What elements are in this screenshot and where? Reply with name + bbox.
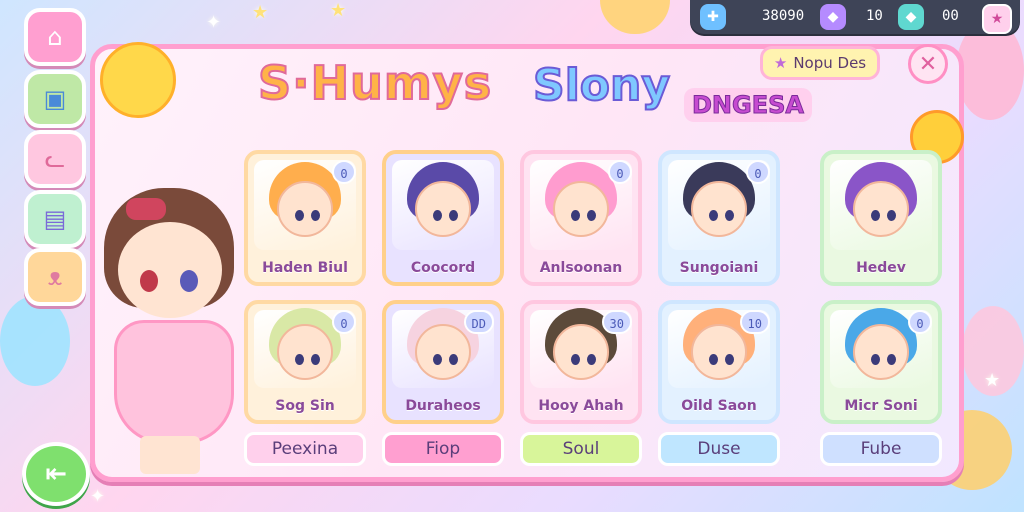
character-face <box>853 324 909 381</box>
card-action-button[interactable]: Soul <box>520 432 642 466</box>
character-eye <box>725 353 735 365</box>
star-decoration: ✦ <box>90 486 106 507</box>
balloon-decoration <box>600 0 670 34</box>
character-dress <box>114 320 234 444</box>
character-face <box>691 180 747 237</box>
diamond-icon: ◆ <box>898 4 924 30</box>
character-face <box>277 180 333 237</box>
card-action-button[interactable]: Peexina <box>244 432 366 466</box>
game-title-part1: S·Humys <box>257 55 493 111</box>
exit-icon: ⇤ <box>45 459 67 489</box>
character-portrait <box>830 160 932 250</box>
card-badge: 0 <box>908 310 932 334</box>
character-card[interactable]: 0 Anlsoonan <box>520 150 642 286</box>
character-eye <box>887 353 897 365</box>
character-card[interactable]: 0 Sungoiani <box>658 150 780 286</box>
character-name: Micr Soni <box>844 398 918 414</box>
game-title-part2: Slony <box>532 59 671 112</box>
balloon-decoration <box>0 296 70 386</box>
close-icon: ✕ <box>918 51 938 77</box>
card-badge: 30 <box>601 310 632 334</box>
character-card[interactable]: 0 Haden Biul <box>244 150 366 286</box>
cat-button[interactable]: ᓚ <box>24 130 86 188</box>
cat-icon: ᓚ <box>44 145 66 173</box>
card-badge: 0 <box>746 160 770 184</box>
character-name: Oild Saon <box>681 398 757 414</box>
character-card[interactable]: DD Duraheos <box>382 300 504 424</box>
character-eye-left <box>140 270 158 292</box>
character-eye <box>311 353 321 365</box>
character-legs <box>140 436 200 474</box>
star-decoration: ✦ <box>206 12 222 33</box>
close-button[interactable]: ✕ <box>908 44 948 84</box>
card-badge: 0 <box>332 310 356 334</box>
character-name: Duraheos <box>405 398 481 414</box>
character-name: Sog Sin <box>275 398 335 414</box>
star-decoration: ★ <box>984 370 1001 391</box>
character-face <box>415 180 471 237</box>
character-card[interactable]: 0 Micr Soni <box>820 300 942 424</box>
character-eye <box>294 353 304 365</box>
character-card[interactable]: Coocord <box>382 150 504 286</box>
sun-mascot <box>100 42 176 118</box>
character-face <box>553 324 609 381</box>
gems-value: 10 <box>866 8 883 24</box>
character-card[interactable]: 10 Oild Saon <box>658 300 780 424</box>
character-name: Coocord <box>410 260 476 276</box>
character-name: Hooy Ahah <box>538 398 624 414</box>
balloon-decoration <box>956 20 1024 120</box>
game-title-part3: DNGESA <box>684 88 812 122</box>
star-decoration: ★ <box>330 0 347 21</box>
card-badge: DD <box>463 310 494 334</box>
character-card[interactable]: Hedev <box>820 150 942 286</box>
character-eye-right <box>180 270 198 292</box>
map-button[interactable]: ▣ <box>24 70 86 128</box>
character-name: Anlsoonan <box>539 260 623 276</box>
home-button[interactable]: ⌂ <box>24 8 86 66</box>
tickets-value: 00 <box>942 8 959 24</box>
map-icon: ▣ <box>43 85 67 113</box>
main-character <box>96 188 246 478</box>
gem-icon: ◆ <box>820 4 846 30</box>
pig-button[interactable]: ᴥ <box>24 248 86 306</box>
character-eye <box>449 353 459 365</box>
character-bow <box>126 198 166 220</box>
character-face <box>277 324 333 381</box>
star-icon: ★ <box>773 54 788 72</box>
character-name: Hedev <box>856 260 906 276</box>
card-badge: 0 <box>332 160 356 184</box>
star-icon[interactable]: ★ <box>982 4 1012 34</box>
character-eye <box>708 353 718 365</box>
coins-value: 38090 <box>762 8 805 24</box>
top-pill-button[interactable]: ★ Nopu Des <box>760 46 880 80</box>
card-action-button[interactable]: Fube <box>820 432 942 466</box>
character-eye <box>870 353 880 365</box>
character-eye <box>432 353 442 365</box>
character-face <box>118 222 222 318</box>
star-decoration: ★ <box>252 2 269 23</box>
card-action-button[interactable]: Duse <box>658 432 780 466</box>
character-name: Haden Biul <box>262 260 348 276</box>
card-badge: 10 <box>739 310 770 334</box>
character-card[interactable]: 30 Hooy Ahah <box>520 300 642 424</box>
character-name: Sungoiani <box>679 260 759 276</box>
box-button[interactable]: ▤ <box>24 190 86 248</box>
card-action-button[interactable]: Fiop <box>382 432 504 466</box>
top-pill-label: Nopu Des <box>793 54 867 72</box>
character-face <box>853 180 909 237</box>
pig-icon: ᴥ <box>47 262 63 291</box>
character-eye <box>587 353 597 365</box>
character-face <box>415 324 471 381</box>
character-portrait <box>392 160 494 250</box>
box-icon: ▤ <box>43 205 67 233</box>
home-icon: ⌂ <box>47 23 63 51</box>
back-button[interactable]: ⇤ <box>22 442 90 506</box>
character-eye <box>570 353 580 365</box>
character-face <box>553 180 609 237</box>
resource-bar: ✚ 38090 ◆ 10 ◆ 00 ★ <box>690 0 1020 34</box>
card-badge: 0 <box>608 160 632 184</box>
puzzle-icon[interactable]: ✚ <box>700 4 726 30</box>
character-face <box>691 324 747 381</box>
character-card[interactable]: 0 Sog Sin <box>244 300 366 424</box>
